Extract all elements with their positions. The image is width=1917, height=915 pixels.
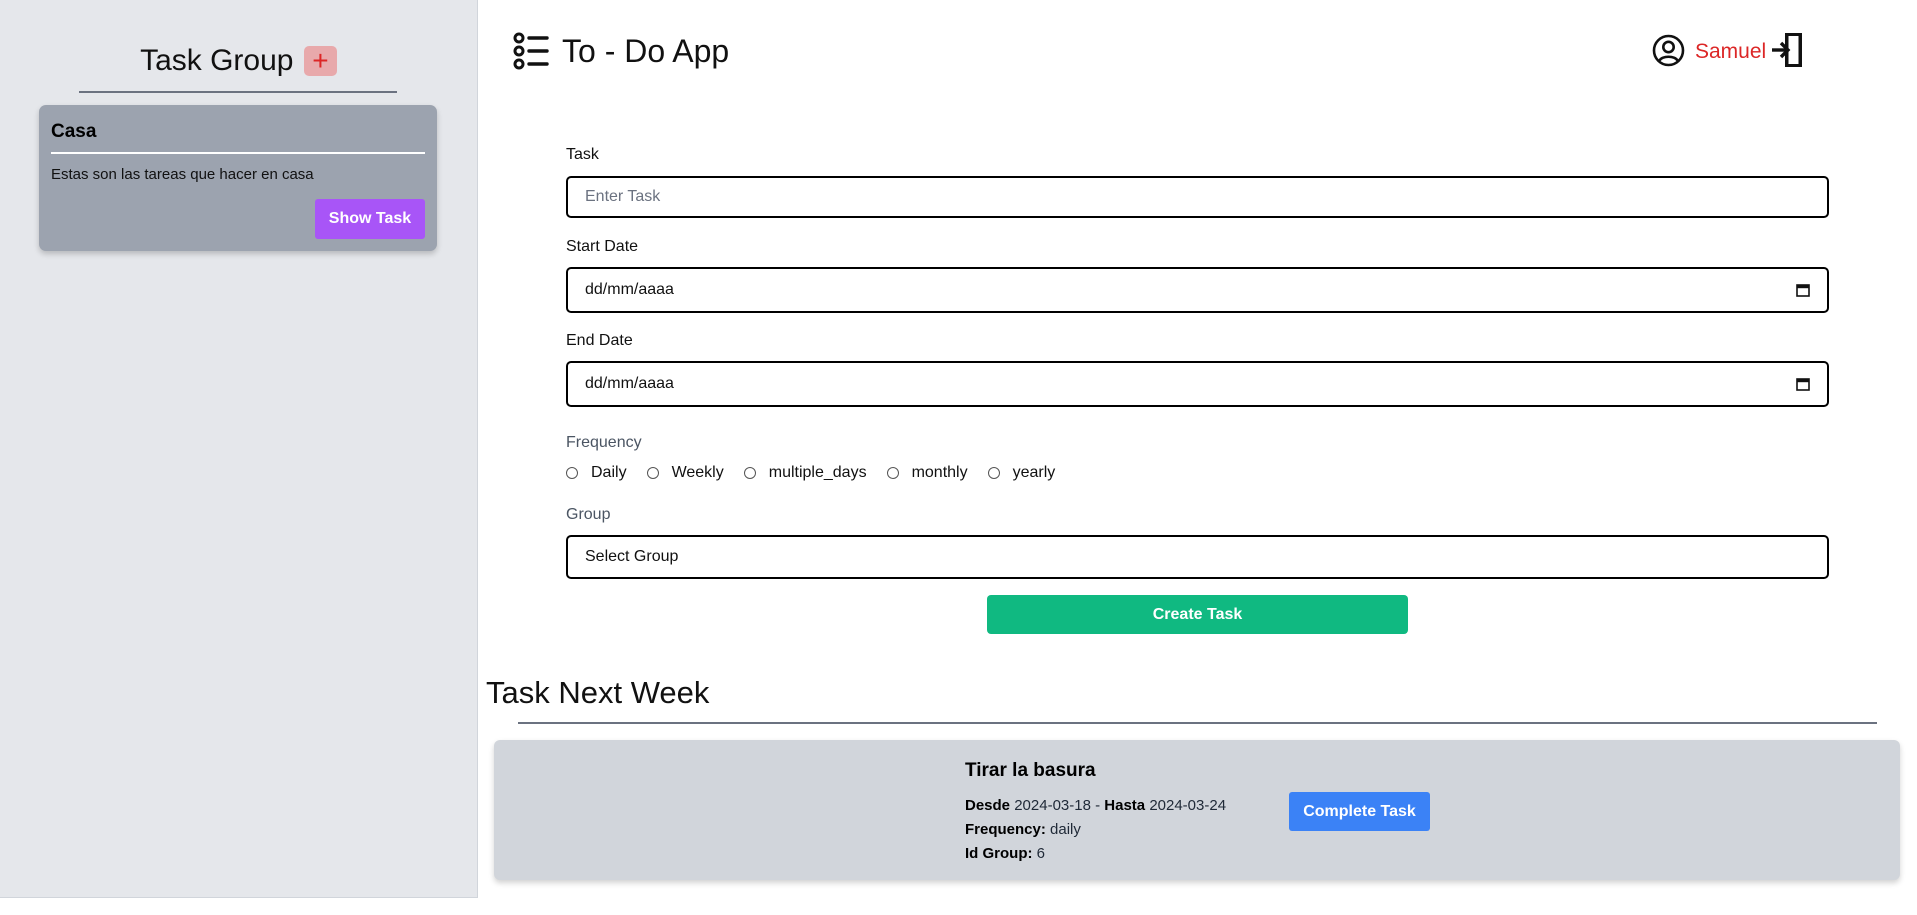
calendar-icon[interactable]: [1796, 377, 1810, 391]
section-title: Task Next Week: [486, 675, 710, 710]
from-date: 2024-03-18: [1014, 797, 1091, 814]
radio-label: multiple_days: [768, 464, 867, 481]
radio-label: Daily: [591, 464, 627, 481]
group-select-value: Select Group: [585, 548, 679, 565]
list-icon: [513, 32, 549, 70]
frequency-option-monthly[interactable]: monthly: [886, 464, 968, 482]
frequency-label: Frequency: [566, 434, 642, 451]
end-date-value: dd/mm/aaaa: [585, 375, 674, 392]
end-date-label: End Date: [566, 332, 633, 349]
group-key: Id Group:: [965, 845, 1033, 862]
group-select[interactable]: Select Group: [566, 535, 1829, 579]
task-frequency: Frequency: daily: [965, 821, 1081, 838]
calendar-icon[interactable]: [1796, 283, 1810, 297]
group-card-description: Estas son las tareas que hacer en casa: [51, 166, 314, 183]
sidebar-divider: [79, 91, 397, 93]
radio-button[interactable]: [646, 467, 659, 479]
to-date: 2024-03-24: [1149, 797, 1227, 814]
app-title: To - Do App: [562, 33, 730, 69]
task-group: Id Group: 6: [965, 845, 1045, 862]
frequency-key: Frequency:: [965, 821, 1046, 838]
radio-button[interactable]: [743, 467, 756, 479]
task-dates: Desde 2024-03-18 - Hasta 2024-03-24: [965, 797, 1226, 814]
group-value: 6: [1036, 845, 1046, 862]
group-card-divider: [51, 152, 425, 154]
task-label: Task: [566, 146, 599, 163]
task-input[interactable]: [566, 176, 1829, 218]
sidebar: Task Group + Casa Estas son las tareas q…: [0, 0, 478, 898]
radio-label: yearly: [1012, 464, 1056, 481]
group-card-title: Casa: [51, 121, 97, 142]
user-name: Samuel: [1695, 40, 1767, 63]
group-card: Casa Estas son las tareas que hacer en c…: [39, 105, 437, 251]
complete-task-button[interactable]: Complete Task: [1289, 792, 1430, 831]
user-circle-icon: [1652, 34, 1685, 67]
to-label: Hasta: [1104, 797, 1146, 814]
start-date-input[interactable]: dd/mm/aaaa: [566, 267, 1829, 313]
frequency-option-yearly[interactable]: yearly: [987, 464, 1056, 482]
add-group-button[interactable]: +: [303, 46, 337, 76]
radio-button[interactable]: [987, 467, 1000, 479]
task-card: Tirar la basura Desde 2024-03-18 - Hasta…: [494, 740, 1900, 880]
end-date-input[interactable]: dd/mm/aaaa: [566, 361, 1829, 407]
radio-button[interactable]: [886, 467, 899, 479]
group-label: Group: [566, 506, 611, 523]
frequency-option-weekly[interactable]: Weekly: [646, 464, 724, 482]
frequency-radio-group: Daily Weekly multiple_days monthly yearl…: [566, 464, 1075, 482]
frequency-option-multiple-days[interactable]: multiple_days: [743, 464, 867, 482]
sidebar-header: Task Group +: [0, 44, 477, 78]
frequency-option-daily[interactable]: Daily: [566, 464, 627, 482]
sidebar-title: Task Group: [140, 44, 294, 77]
section-divider: [518, 722, 1877, 724]
logout-icon[interactable]: [1771, 31, 1805, 69]
radio-label: monthly: [911, 464, 968, 481]
create-task-button[interactable]: Create Task: [987, 595, 1408, 634]
task-title: Tirar la basura: [965, 760, 1096, 781]
show-task-button[interactable]: Show Task: [315, 199, 425, 239]
start-date-label: Start Date: [566, 238, 639, 255]
date-separator: -: [1095, 797, 1101, 814]
from-label: Desde: [965, 797, 1011, 814]
frequency-value: daily: [1050, 821, 1081, 838]
radio-button[interactable]: [566, 467, 578, 479]
radio-label: Weekly: [671, 464, 724, 481]
start-date-value: dd/mm/aaaa: [585, 281, 674, 298]
